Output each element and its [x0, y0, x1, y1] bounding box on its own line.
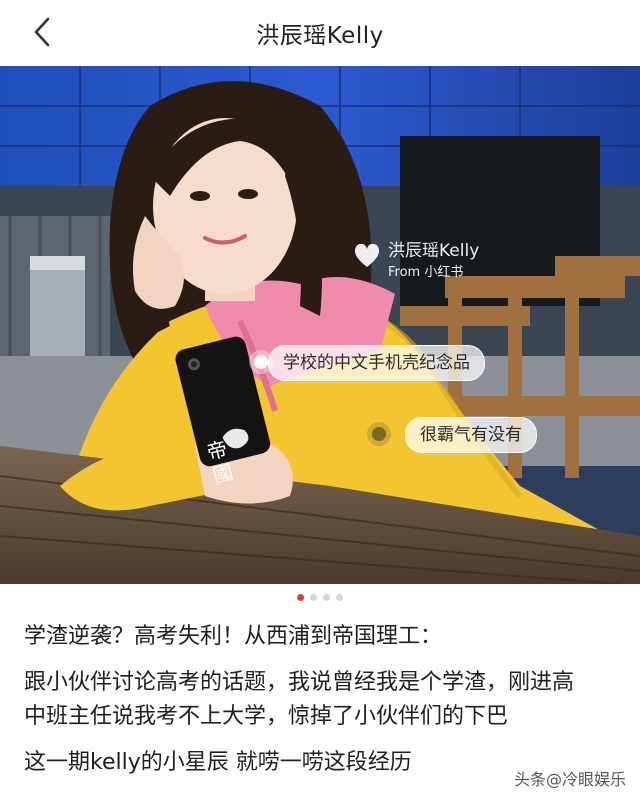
watermark-name: 洪辰瑶Kelly	[388, 241, 480, 261]
page-title: 洪辰瑶Kelly	[256, 23, 384, 49]
post-headline: 学渣逆袭？高考失利！从西浦到帝国理工：	[24, 624, 443, 649]
carousel-dot[interactable]	[297, 594, 304, 601]
watermark-source: From 小红书	[388, 265, 464, 280]
carousel-dot[interactable]	[323, 594, 330, 601]
back-button[interactable]	[22, 12, 62, 52]
post-paragraph-line: 中班主任说我考不上大学，惊掉了小伙伴们的下巴	[24, 704, 509, 729]
source-watermark: 头条@冷眼娱乐	[513, 770, 626, 789]
post-paragraph-line: 跟小伙伴讨论高考的话题，我说曾经我是个学渣，刚进高	[24, 670, 575, 695]
carousel-indicator	[0, 594, 640, 601]
chevron-left-icon	[34, 17, 50, 47]
photo-illustration	[0, 66, 640, 584]
carousel-dot[interactable]	[310, 594, 317, 601]
photo-tag-phone-case[interactable]: 学校的中文手机壳纪念品	[268, 345, 485, 381]
nav-bar: 洪辰瑶Kelly	[0, 0, 640, 66]
tag-marker[interactable]	[372, 427, 386, 441]
carousel-dot[interactable]	[336, 594, 343, 601]
photo-tag-cool[interactable]: 很霸气有没有	[405, 417, 537, 453]
photo-watermark: 洪辰瑶Kelly From 小红书	[352, 240, 479, 284]
tag-marker[interactable]	[254, 355, 268, 369]
post-photo[interactable]: 洪辰瑶Kelly From 小红书 帝國 学校的中文手机壳纪念品 很霸气有没有	[0, 66, 640, 584]
